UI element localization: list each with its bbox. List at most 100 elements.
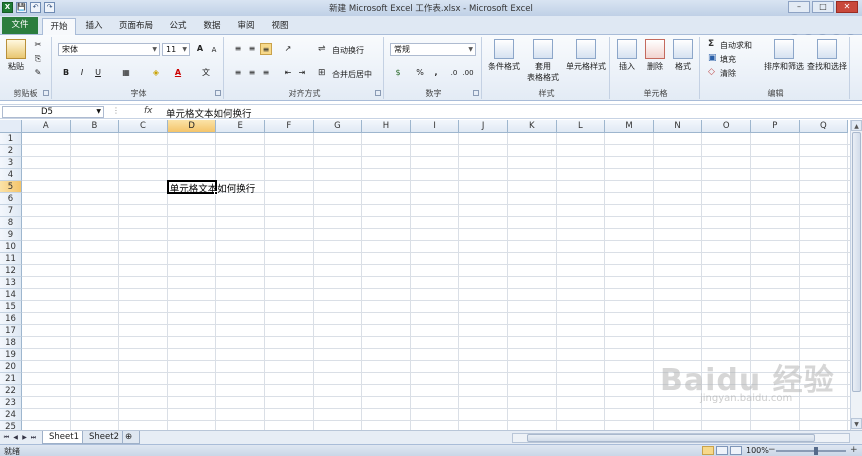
row-header[interactable]: 3 [0, 157, 22, 169]
column-header[interactable]: D [167, 120, 217, 133]
tab-home[interactable]: 开始 [42, 18, 76, 35]
orientation-icon[interactable]: ↗ [282, 43, 294, 55]
zoom-in-button[interactable]: + [850, 445, 858, 455]
name-box[interactable]: D5 ▼ [2, 106, 104, 118]
row-header[interactable]: 18 [0, 337, 22, 349]
font-color-button[interactable]: A [172, 67, 184, 79]
cell-styles-button[interactable]: 单元格样式 [564, 39, 608, 72]
align-right-icon[interactable]: ≡ [260, 67, 272, 79]
find-select-button[interactable]: 查找和选择 [806, 39, 848, 72]
row-header[interactable]: 17 [0, 325, 22, 337]
row-header[interactable]: 22 [0, 385, 22, 397]
formula-input[interactable]: 单元格文本如何换行 [166, 106, 252, 120]
zoom-slider-thumb[interactable] [814, 447, 818, 455]
column-header[interactable]: O [702, 120, 751, 133]
scroll-thumb[interactable] [527, 434, 815, 442]
minimize-button[interactable]: – [788, 1, 810, 13]
column-header[interactable]: P [751, 120, 800, 133]
row-header[interactable]: 9 [0, 229, 22, 241]
fill-button[interactable]: 填充 [720, 54, 736, 65]
align-top-icon[interactable]: ≡ [232, 43, 244, 55]
scroll-thumb[interactable] [852, 132, 861, 392]
column-header[interactable]: E [216, 120, 265, 133]
column-header[interactable]: J [459, 120, 508, 133]
fill-color-icon[interactable]: ◈ [150, 67, 162, 79]
column-header[interactable]: C [119, 120, 168, 133]
horizontal-scrollbar[interactable] [512, 433, 850, 443]
column-header[interactable]: L [556, 120, 606, 133]
row-header[interactable]: 23 [0, 397, 22, 409]
vertical-scrollbar[interactable]: ▲ ▼ [850, 120, 862, 430]
insert-function-button[interactable]: fx [144, 106, 153, 116]
page-break-view-icon[interactable] [730, 446, 742, 455]
comma-button[interactable]: , [430, 67, 442, 79]
tab-review[interactable]: 审阅 [232, 18, 260, 35]
currency-icon[interactable]: $ [392, 67, 404, 79]
column-header[interactable]: M [605, 120, 654, 133]
row-header[interactable]: 16 [0, 313, 22, 325]
next-sheet-icon[interactable]: ▶ [20, 432, 29, 443]
first-sheet-icon[interactable]: ⏮ [2, 432, 11, 443]
normal-view-icon[interactable] [702, 446, 714, 455]
column-header[interactable]: Q [799, 120, 849, 133]
scroll-up-icon[interactable]: ▲ [851, 120, 862, 131]
percent-button[interactable]: % [414, 67, 426, 79]
new-sheet-icon[interactable]: ⊕ [122, 431, 140, 444]
increase-indent-icon[interactable]: ⇥ [296, 67, 308, 79]
zoom-slider[interactable] [776, 450, 846, 452]
phonetic-button[interactable]: 文 [200, 67, 212, 79]
row-header[interactable]: 19 [0, 349, 22, 361]
align-bottom-icon[interactable]: ≡ [260, 43, 272, 55]
tab-insert[interactable]: 插入 [80, 18, 108, 35]
row-header[interactable]: 14 [0, 289, 22, 301]
page-layout-view-icon[interactable] [716, 446, 728, 455]
column-header[interactable]: G [313, 120, 363, 133]
bold-button[interactable]: B [60, 67, 72, 79]
prev-sheet-icon[interactable]: ◀ [11, 432, 20, 443]
cut-icon[interactable]: ✂ [32, 39, 44, 51]
format-cells-button[interactable]: 格式 [670, 39, 696, 72]
tab-view[interactable]: 视图 [266, 18, 294, 35]
insert-cells-button[interactable]: 插入 [614, 39, 640, 72]
sheet-tab-sheet2[interactable]: Sheet2 [82, 431, 126, 444]
dialog-launcher-icon[interactable] [215, 90, 221, 96]
row-header[interactable]: 6 [0, 193, 22, 205]
column-header[interactable]: F [265, 120, 314, 133]
sort-filter-button[interactable]: 排序和筛选 [764, 39, 804, 72]
last-sheet-icon[interactable]: ⏭ [29, 432, 38, 443]
row-header[interactable]: 15 [0, 301, 22, 313]
tab-formulas[interactable]: 公式 [164, 18, 192, 35]
format-as-table-button[interactable]: 套用 表格格式 [524, 39, 562, 83]
shrink-font-button[interactable]: A [208, 44, 220, 56]
zoom-out-button[interactable]: − [768, 445, 776, 455]
row-header[interactable]: 13 [0, 277, 22, 289]
sheet-tab-sheet1[interactable]: Sheet1 [42, 431, 86, 444]
row-header[interactable]: 21 [0, 373, 22, 385]
font-size-select[interactable]: 11 ▼ [162, 43, 190, 56]
format-painter-icon[interactable]: ✎ [32, 67, 44, 79]
tab-data[interactable]: 数据 [198, 18, 226, 35]
column-header[interactable]: B [70, 120, 120, 133]
border-icon[interactable]: ▦ [120, 67, 132, 79]
dialog-launcher-icon[interactable] [375, 90, 381, 96]
paste-button[interactable]: 粘贴 [4, 39, 28, 72]
decrease-indent-icon[interactable]: ⇤ [282, 67, 294, 79]
row-header[interactable]: 25 [0, 421, 22, 430]
zoom-level[interactable]: 100% [746, 446, 769, 455]
delete-cells-button[interactable]: 删除 [642, 39, 668, 72]
row-header[interactable]: 5 [0, 181, 22, 193]
merge-center-button[interactable]: 合并后居中 [332, 69, 372, 80]
tab-page-layout[interactable]: 页面布局 [114, 18, 158, 35]
dialog-launcher-icon[interactable] [43, 90, 49, 96]
font-family-select[interactable]: 宋体 ▼ [58, 43, 160, 56]
column-header[interactable]: K [508, 120, 557, 133]
number-format-select[interactable]: 常规 ▼ [390, 43, 476, 56]
copy-icon[interactable]: ⎘ [32, 53, 44, 65]
formula-bar-splitter[interactable]: ⋮ [112, 106, 120, 115]
align-left-icon[interactable]: ≡ [232, 67, 244, 79]
column-header[interactable]: H [362, 120, 411, 133]
align-center-icon[interactable]: ≡ [246, 67, 258, 79]
column-header[interactable]: N [653, 120, 703, 133]
conditional-format-button[interactable]: 条件格式 [486, 39, 522, 72]
select-all-button[interactable] [0, 120, 22, 133]
